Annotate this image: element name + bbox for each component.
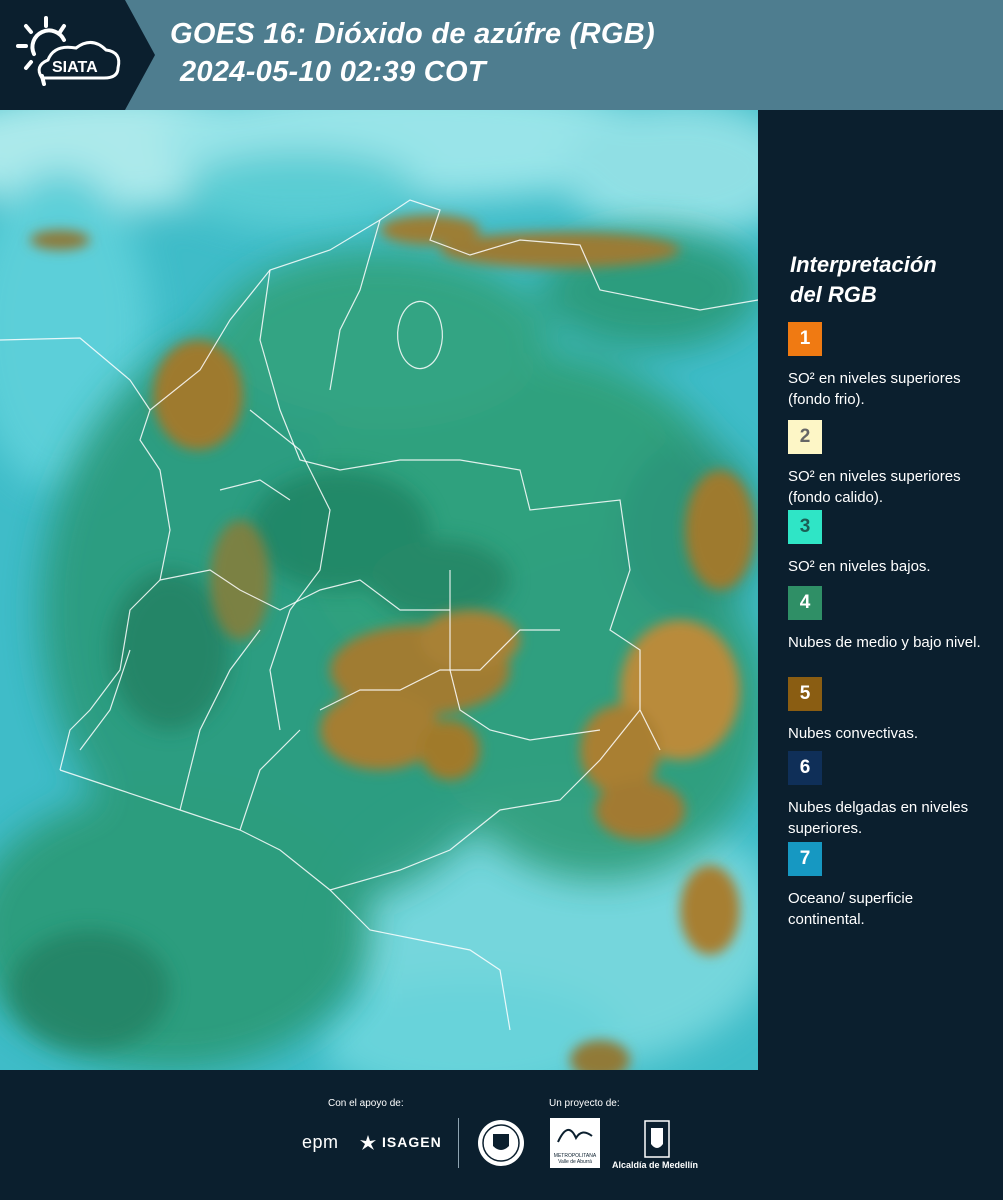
medellin-seal-icon [478, 1120, 524, 1166]
alcaldia-shield-icon [644, 1120, 670, 1158]
header-bar: SIATA GOES 16: Dióxido de azúfre (RGB) 2… [0, 0, 1003, 110]
legend-panel: Interpretación del RGB 1 SO² en niveles … [758, 110, 1003, 1070]
legend-swatch: 1 [788, 322, 822, 356]
alcaldia-label: Alcaldía de Medellín [612, 1160, 699, 1170]
footer: Con el apoyo de: Un proyecto de: epm ISA… [0, 1070, 1003, 1200]
legend-title: Interpretación del RGB [790, 252, 937, 307]
legend-swatch: 4 [788, 586, 822, 620]
project-label: Un proyecto de: [549, 1098, 620, 1109]
legend-item: 5 Nubes convectivas. [788, 677, 988, 744]
support-label: Con el apoyo de: [328, 1098, 404, 1109]
satellite-image [0, 110, 758, 1070]
legend-label: Nubes delgadas en niveles superiores. [788, 799, 969, 837]
legend-swatch: 5 [788, 677, 822, 711]
isagen-star-icon [360, 1135, 376, 1150]
legend-label: SO² en niveles superiores (fondo frio). [788, 370, 961, 408]
legend-item: 4 Nubes de medio y bajo nivel. [788, 586, 988, 653]
svg-text:SIATA: SIATA [52, 59, 98, 76]
legend-item: 3 SO² en niveles bajos. [788, 510, 988, 577]
legend-label: Nubes de medio y bajo nivel. [788, 634, 981, 651]
legend-item: 6 Nubes delgadas en niveles superiores. [788, 751, 988, 839]
legend-label: Nubes convectivas. [788, 725, 919, 742]
area-metropolitana-logo: METROPOLITANA Valle de Aburrá [550, 1118, 600, 1168]
legend-item: 1 SO² en niveles superiores (fondo frio)… [788, 322, 988, 410]
legend-label: SO² en niveles superiores (fondo calido)… [788, 468, 961, 506]
timestamp: 2024-05-10 02:39 COT [180, 56, 486, 88]
isagen-logo: ISAGEN [382, 1134, 442, 1150]
area-script-icon [557, 1129, 593, 1143]
page-title: GOES 16: Dióxido de azúfre (RGB) [170, 18, 655, 50]
legend-swatch: 3 [788, 510, 822, 544]
legend-swatch: 7 [788, 842, 822, 876]
legend-item: 7 Oceano/ superficie continental. [788, 842, 988, 930]
legend-label: Oceano/ superficie continental. [788, 890, 914, 928]
legend-item: 2 SO² en niveles superiores (fondo calid… [788, 420, 988, 508]
so2-rgb-map [0, 110, 758, 1070]
legend-swatch: 2 [788, 420, 822, 454]
siata-logo: SIATA [0, 0, 155, 110]
epm-logo: epm [302, 1132, 339, 1152]
legend-label: SO² en niveles bajos. [788, 558, 931, 575]
footer-divider [458, 1118, 459, 1168]
legend-swatch: 6 [788, 751, 822, 785]
siata-sun-cloud-icon: SIATA [16, 16, 121, 86]
